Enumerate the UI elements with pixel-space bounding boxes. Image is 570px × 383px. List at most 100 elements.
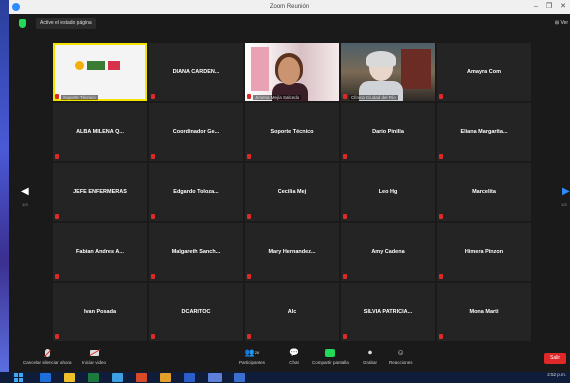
- participant-tile[interactable]: JEFE ENFERMERAS: [53, 163, 147, 221]
- participant-tile[interactable]: Soporte Técnico: [245, 103, 339, 161]
- windows-start-icon[interactable]: [14, 373, 23, 382]
- muted-mic-icon: [55, 154, 59, 159]
- title-bar: Zoom Reunión – ❐ ✕: [9, 0, 570, 14]
- participants-button[interactable]: 👥 26 Participantes: [239, 348, 265, 365]
- share-screen-label: Compartir pantalla: [312, 360, 349, 365]
- participant-name: Alc: [287, 309, 297, 315]
- zoom-taskbar-icon[interactable]: [208, 373, 222, 382]
- share-screen-button[interactable]: Compartir pantalla: [312, 348, 349, 365]
- participant-tile[interactable]: Ivan Posada: [53, 283, 147, 341]
- muted-mic-icon: [151, 274, 155, 279]
- participant-name: SILVIA PATRICIA...: [363, 309, 413, 315]
- participant-tile[interactable]: Malgareth Sanch...: [149, 223, 243, 281]
- participant-tile[interactable]: Fabian Andres A...: [53, 223, 147, 281]
- participant-tile[interactable]: Dario Pinilla: [341, 103, 435, 161]
- previous-page-indicator: 1/3: [22, 202, 28, 207]
- participant-tile[interactable]: Alc: [245, 283, 339, 341]
- participant-tile[interactable]: Marcelita: [437, 163, 531, 221]
- participants-count: 26: [254, 350, 260, 355]
- participant-tile[interactable]: SILVIA PATRICIA...: [341, 283, 435, 341]
- participant-video-tile[interactable]: Clínica Ciudad del Río: [341, 43, 435, 101]
- participant-tile-slide[interactable]: Soporte Técnico: [53, 43, 147, 101]
- muted-mic-icon: [343, 334, 347, 339]
- participant-name: DCARITOC: [181, 309, 211, 315]
- minimize-button[interactable]: –: [534, 0, 538, 14]
- folder-icon[interactable]: [160, 373, 171, 382]
- muted-mic-icon: [247, 334, 251, 339]
- participant-name: DIANA CARDEN...: [172, 69, 220, 75]
- participant-name: Amayra Com: [467, 69, 501, 75]
- muted-mic-icon: [55, 214, 59, 219]
- previous-page-arrow-icon[interactable]: ◀: [21, 186, 29, 197]
- chat-button[interactable]: 💬 Chat: [289, 348, 299, 365]
- participant-tile[interactable]: DCARITOC: [149, 283, 243, 341]
- participant-tile[interactable]: Amayra Com: [437, 43, 531, 101]
- start-video-button[interactable]: Iniciar video: [82, 348, 106, 365]
- unmute-button[interactable]: Cancelar silenciar ahora: [23, 348, 72, 365]
- zoom-window: Zoom Reunión – ❐ ✕ Active el estado pági…: [9, 0, 570, 372]
- muted-mic-icon: [55, 94, 59, 99]
- participant-name: Ivan Posada: [83, 309, 117, 315]
- participant-tile[interactable]: Coordinador Ge...: [149, 103, 243, 161]
- word-icon[interactable]: [184, 373, 195, 382]
- meeting-topbar: Active el estado página ⊞ Ver: [9, 14, 570, 36]
- reactions-label: Reacciones: [389, 360, 413, 365]
- participant-tile[interactable]: Eliana Margarita...: [437, 103, 531, 161]
- participant-tile[interactable]: Leo Hg: [341, 163, 435, 221]
- next-page-indicator: 1/3: [561, 202, 567, 207]
- participant-name: Soporte Técnico: [270, 129, 314, 135]
- reactions-button[interactable]: ☺ Reacciones: [389, 348, 413, 365]
- muted-mic-icon: [247, 154, 251, 159]
- window-controls: – ❐ ✕: [534, 0, 566, 14]
- zoom-meetings-icon[interactable]: [234, 373, 245, 382]
- participant-tile[interactable]: Amy Cadena: [341, 223, 435, 281]
- windows-taskbar: 2:52 p.m.: [0, 372, 570, 383]
- participants-icon: 👥 26: [244, 348, 260, 357]
- excel-icon[interactable]: [88, 373, 99, 382]
- record-label: Grabar: [363, 360, 378, 365]
- muted-mic-icon: [151, 334, 155, 339]
- participant-name: Leo Hg: [378, 189, 398, 195]
- maximize-button[interactable]: ❐: [546, 0, 552, 14]
- chat-bubble-icon: 💬: [289, 348, 299, 357]
- edge-browser-icon[interactable]: [40, 373, 51, 382]
- participant-name: Edgardo Toloza...: [173, 189, 219, 195]
- participant-label: Clínica Ciudad del Río: [349, 95, 398, 100]
- view-status-pill[interactable]: Active el estado página: [36, 18, 96, 29]
- participant-tile[interactable]: DIANA CARDEN...: [149, 43, 243, 101]
- participant-tile[interactable]: Mary Hernandez...: [245, 223, 339, 281]
- chat-label: Chat: [289, 360, 299, 365]
- unmute-label: Cancelar silenciar ahora: [23, 360, 72, 365]
- muted-mic-icon: [439, 274, 443, 279]
- presentation-logo: [75, 61, 123, 73]
- file-explorer-icon[interactable]: [64, 373, 75, 382]
- leave-meeting-button[interactable]: Salir: [544, 353, 566, 364]
- close-button[interactable]: ✕: [560, 0, 566, 14]
- muted-mic-icon: [55, 274, 59, 279]
- participant-name: Coordinador Ge...: [172, 129, 220, 135]
- view-button[interactable]: ⊞ Ver: [555, 20, 568, 26]
- participant-name: Dario Pinilla: [372, 129, 404, 135]
- record-button[interactable]: ⏺ Grabar: [363, 348, 378, 366]
- participant-name: ALBA MILENA Q...: [76, 129, 124, 135]
- powerpoint-icon[interactable]: [136, 373, 147, 382]
- security-shield-icon[interactable]: [19, 19, 26, 28]
- participant-tile[interactable]: ALBA MILENA Q...: [53, 103, 147, 161]
- participant-tile[interactable]: Himera Pinzon: [437, 223, 531, 281]
- muted-mic-icon: [343, 154, 347, 159]
- participant-name: Fabian Andres A...: [76, 249, 124, 255]
- gallery-grid: Soporte Técnico DIANA CARDEN... Jimena M…: [53, 43, 541, 343]
- participant-tile[interactable]: Edgardo Toloza...: [149, 163, 243, 221]
- store-icon[interactable]: [112, 373, 123, 382]
- participant-tile[interactable]: Mona Marti: [437, 283, 531, 341]
- participant-name: Cecilia Mej: [277, 189, 307, 195]
- window-title: Zoom Reunión: [269, 4, 310, 10]
- participant-tile[interactable]: Cecilia Mej: [245, 163, 339, 221]
- muted-mic-icon: [343, 214, 347, 219]
- participant-video-tile[interactable]: Jimena Mejía Salcedo: [245, 43, 339, 101]
- person-hair: [366, 51, 396, 67]
- system-tray-clock[interactable]: 2:52 p.m.: [547, 372, 566, 378]
- background-banner: [251, 47, 269, 91]
- participant-name: Amy Cadena: [371, 249, 405, 255]
- next-page-arrow-icon[interactable]: ▶: [562, 186, 570, 197]
